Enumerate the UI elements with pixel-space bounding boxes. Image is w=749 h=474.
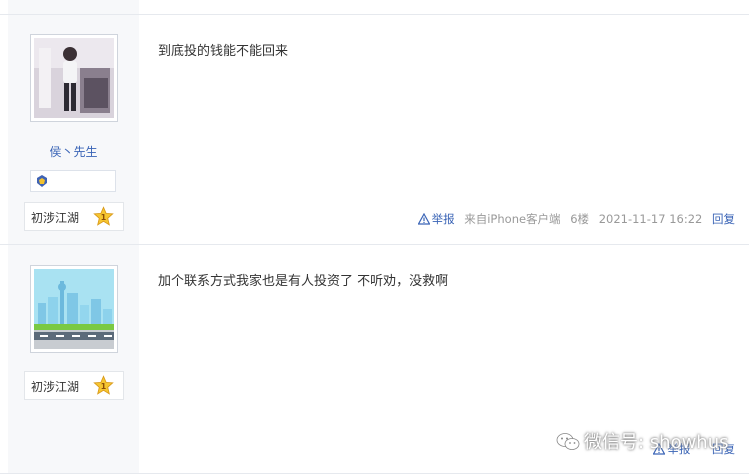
level-box: 初涉江湖 1 <box>24 371 124 400</box>
level-label: 初涉江湖 <box>31 211 80 225</box>
level-label: 初涉江湖 <box>31 380 80 394</box>
badge-box <box>30 170 116 192</box>
author-sidebar: 侯丶先生 初涉江湖 1 <box>8 15 139 244</box>
post-datetime: 2021-11-17 16:22 <box>598 212 703 226</box>
wechat-watermark: 微信号: showhus <box>556 428 729 454</box>
warning-icon <box>417 213 430 225</box>
post-content: 加个联系方式我家也是有人投资了 不听劝，没救啊 <box>158 274 449 289</box>
watermark-text: 微信号: showhus <box>584 432 729 453</box>
avatar-default-cityscape <box>34 269 114 349</box>
star-level-icon: 1 <box>93 206 114 226</box>
level-box: 初涉江湖 1 <box>24 202 124 231</box>
star-level-icon: 1 <box>93 375 114 395</box>
avatar[interactable] <box>30 265 118 353</box>
post-floor-6: 侯丶先生 初涉江湖 1 到底投的钱能不能回来 举报 来自iPhone客户端 6楼 <box>0 15 749 245</box>
reply-link[interactable]: 回复 <box>712 212 735 226</box>
level-number: 1 <box>101 213 106 222</box>
avatar-photo <box>34 38 114 118</box>
previous-post-remnant <box>0 0 749 15</box>
post-meta: 举报 来自iPhone客户端 6楼 2021-11-17 16:22 回复 <box>417 211 735 227</box>
username-link[interactable]: 侯丶先生 <box>8 143 139 160</box>
report-label: 举报 <box>431 212 455 226</box>
avatar[interactable] <box>30 34 118 122</box>
level-number: 1 <box>101 382 106 391</box>
wechat-icon <box>556 433 580 450</box>
badge-icon <box>37 175 47 187</box>
client-source[interactable]: 来自iPhone客户端 <box>464 212 560 226</box>
post-content: 到底投的钱能不能回来 <box>158 44 289 59</box>
report-link[interactable]: 举报 <box>417 212 459 226</box>
floor-number: 6楼 <box>570 212 590 226</box>
author-sidebar: 初涉江湖 1 <box>8 245 139 473</box>
